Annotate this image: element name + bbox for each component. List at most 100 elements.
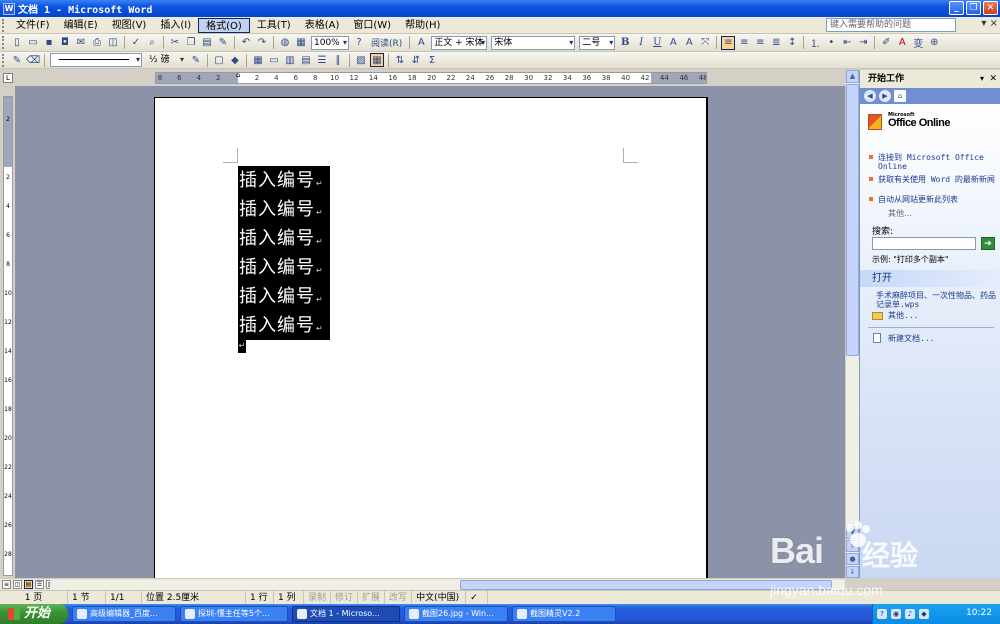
align-center-icon[interactable]: ≡: [737, 36, 751, 50]
menu-insert[interactable]: 插入(I): [153, 18, 198, 33]
hyperlink-icon[interactable]: ◍: [278, 36, 292, 50]
volume-icon[interactable]: ♪: [905, 609, 915, 619]
align-right-icon[interactable]: ≡: [753, 36, 767, 50]
read-button[interactable]: 阅读(R): [368, 36, 405, 50]
paragraph-1[interactable]: 插入编号↵: [239, 166, 329, 195]
print-icon[interactable]: ⎙: [90, 36, 104, 50]
phonetic-guide-button[interactable]: 变: [911, 36, 925, 50]
increase-indent-icon[interactable]: ⇥: [856, 36, 870, 50]
save-icon[interactable]: ▪: [42, 36, 56, 50]
menu-grip[interactable]: [2, 18, 6, 32]
align-left-icon[interactable]: ≡: [721, 35, 736, 50]
justify-icon[interactable]: ≣: [769, 36, 783, 50]
home-icon[interactable]: ⌂: [894, 90, 906, 102]
recent-file-link[interactable]: 手术麻醉项目、一次性物品、药品记录单.wps: [876, 291, 996, 309]
menu-help[interactable]: 帮助(H): [398, 18, 447, 33]
merge-cells-icon[interactable]: ▭: [267, 53, 281, 67]
borders-icon[interactable]: ▢: [212, 53, 226, 67]
enclose-char-icon[interactable]: ⊕: [927, 36, 941, 50]
help-icon[interactable]: ?: [352, 36, 366, 50]
auto-update-link[interactable]: 自动从网站更新此列表: [878, 195, 996, 204]
format-painter-icon[interactable]: ✎: [216, 36, 230, 50]
eraser-icon[interactable]: ⌫: [26, 53, 40, 67]
shading-color-icon[interactable]: ◆: [228, 53, 242, 67]
paste-icon[interactable]: ▤: [200, 36, 214, 50]
horizontal-scrollbar[interactable]: [50, 580, 843, 590]
sort-descending-icon[interactable]: ⇵: [409, 53, 423, 67]
task-screenshot[interactable]: 截图精灵V2.2: [512, 606, 616, 622]
font-size-select[interactable]: 二号: [579, 35, 616, 50]
task-image-viewer[interactable]: 截图26.jpg - Win...: [404, 606, 508, 622]
status-extend[interactable]: 扩展: [358, 590, 386, 605]
char-scale-icon[interactable]: ⤧: [698, 36, 712, 50]
browse-object-icon[interactable]: ●: [846, 553, 859, 565]
menu-file[interactable]: 文件(F): [9, 18, 57, 33]
scroll-thumb[interactable]: [846, 84, 859, 356]
undo-icon[interactable]: ↶: [239, 36, 253, 50]
decrease-indent-icon[interactable]: ⇤: [840, 36, 854, 50]
back-icon[interactable]: ◀: [864, 90, 876, 102]
next-page-icon[interactable]: ⇓: [846, 566, 859, 578]
italic-button[interactable]: I: [634, 36, 648, 50]
start-button[interactable]: 开始: [0, 604, 68, 624]
prev-page-icon[interactable]: ⇑: [846, 540, 859, 552]
spelling-status-icon[interactable]: ✓: [466, 590, 489, 605]
normal-view-icon[interactable]: ≡: [2, 580, 11, 589]
task-word[interactable]: 文档 1 - Microso...: [292, 606, 400, 622]
styles-formatting-icon[interactable]: A: [414, 36, 428, 50]
redo-icon[interactable]: ↷: [255, 36, 269, 50]
style-select[interactable]: 正文 + 宋体: [431, 35, 488, 50]
menu-edit[interactable]: 编辑(E): [57, 18, 105, 33]
bullets-icon[interactable]: •: [824, 36, 838, 50]
restore-button[interactable]: ❐: [966, 1, 981, 15]
task-pane-menu-icon[interactable]: ▾: [980, 70, 984, 88]
font-color-icon[interactable]: A: [895, 36, 909, 50]
autosum-icon[interactable]: Σ: [425, 53, 439, 67]
menu-format[interactable]: 格式(O): [198, 17, 250, 33]
toolbar-grip[interactable]: [2, 36, 6, 49]
menu-window[interactable]: 窗口(W): [346, 18, 398, 33]
vertical-scrollbar[interactable]: ▲ ▼ ⇑ ● ⇓: [845, 70, 859, 578]
paragraph-3[interactable]: 插入编号↵: [239, 224, 329, 253]
line-style-select[interactable]: [50, 53, 142, 67]
permission-icon[interactable]: ◘: [58, 36, 72, 50]
paragraph-4[interactable]: 插入编号↵: [239, 253, 329, 282]
task-pane-search-input[interactable]: [872, 237, 976, 250]
show-gridlines-icon[interactable]: ▦: [370, 53, 384, 67]
new-document-icon[interactable]: ▯: [10, 36, 24, 50]
spelling-icon[interactable]: ✓: [129, 36, 143, 50]
status-overtype[interactable]: 改写: [385, 590, 413, 605]
toolbar-grip-2[interactable]: [2, 53, 6, 67]
security-icon[interactable]: ◆: [919, 609, 929, 619]
help-tray-icon[interactable]: ?: [877, 609, 887, 619]
numbering-icon[interactable]: ⒈: [808, 36, 822, 50]
status-record[interactable]: 录制: [304, 590, 332, 605]
paragraph-2[interactable]: 插入编号↵: [239, 195, 329, 224]
open-folder-icon[interactable]: ▭: [26, 36, 40, 50]
copy-icon[interactable]: ❐: [184, 36, 198, 50]
distribute-cols-icon[interactable]: ∥: [331, 53, 345, 67]
email-icon[interactable]: ✉: [74, 36, 88, 50]
menu-table[interactable]: 表格(A): [298, 18, 347, 33]
minimize-button[interactable]: _: [949, 1, 964, 15]
font-select[interactable]: 宋体: [491, 35, 576, 50]
highlight-icon[interactable]: ✐: [879, 36, 893, 50]
new-document-link[interactable]: 新建文档...: [888, 334, 1000, 343]
menu-view[interactable]: 视图(V): [105, 18, 154, 33]
distribute-rows-icon[interactable]: ☰: [315, 53, 329, 67]
task-chat[interactable]: 探圳-懂主任等5个...: [180, 606, 288, 622]
char-border-button[interactable]: A: [666, 36, 680, 50]
split-cells-icon[interactable]: ▥: [283, 53, 297, 67]
latest-news-link[interactable]: 获取有关使用 Word 的最新新闻: [878, 175, 996, 184]
web-view-icon[interactable]: ◫: [13, 580, 22, 589]
research-icon[interactable]: ⌕: [145, 36, 159, 50]
underline-button[interactable]: U: [650, 36, 664, 50]
sort-ascending-icon[interactable]: ⇅: [393, 53, 407, 67]
close-button[interactable]: ✕: [983, 1, 998, 15]
task-pane-close-icon[interactable]: ✕: [989, 70, 997, 88]
help-search-input[interactable]: 键入需要帮助的问题: [826, 18, 956, 32]
print-view-icon[interactable]: ▤: [24, 580, 33, 589]
char-shading-button[interactable]: A: [682, 36, 696, 50]
doc-close-button[interactable]: ▾ ×: [958, 18, 998, 29]
paragraph-6[interactable]: 插入编号↵: [239, 311, 329, 340]
